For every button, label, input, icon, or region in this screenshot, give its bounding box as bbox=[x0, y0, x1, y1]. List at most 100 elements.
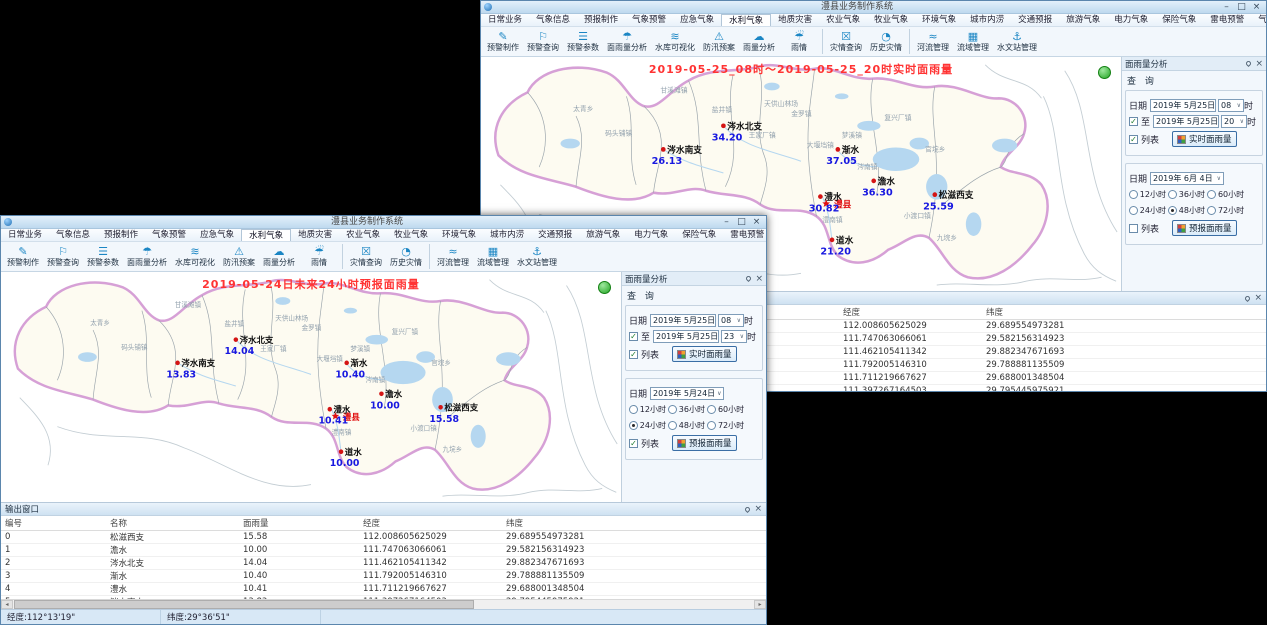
toolbar-button-10[interactable]: ≈河流管理 bbox=[913, 27, 953, 56]
menu-item-5[interactable]: 水利气象 bbox=[721, 14, 771, 26]
maximize-button[interactable]: □ bbox=[734, 217, 749, 228]
close-button[interactable]: × bbox=[749, 217, 764, 228]
scroll-thumb[interactable] bbox=[14, 600, 474, 609]
menu-item-11[interactable]: 交通预报 bbox=[1011, 14, 1059, 26]
maximize-button[interactable]: □ bbox=[1234, 2, 1249, 13]
table-row[interactable]: 4澧水10.41111.71121966762729.688001348504 bbox=[1, 583, 766, 596]
pin-icon[interactable] bbox=[1245, 60, 1252, 67]
toolbar-button-1[interactable]: ⚐预警查询 bbox=[43, 242, 83, 271]
table-row[interactable]: 3渐水10.40111.79200514631029.788881135509 bbox=[1, 570, 766, 583]
radio-option-24小时[interactable]: 24小时 bbox=[629, 420, 666, 431]
radio-option-12小时[interactable]: 12小时 bbox=[629, 404, 666, 415]
column-header-4[interactable]: 纬度 bbox=[502, 516, 766, 531]
toolbar-button-3[interactable]: ☂面雨量分析 bbox=[123, 242, 171, 271]
toolbar-button-12[interactable]: ⚓水文站管理 bbox=[993, 27, 1041, 56]
horizontal-scrollbar[interactable]: ◂ ▸ bbox=[1, 599, 766, 609]
menu-item-0[interactable]: 日常业务 bbox=[481, 14, 529, 26]
menu-item-10[interactable]: 城市内涝 bbox=[483, 229, 531, 241]
toolbar-button-2[interactable]: ☰预警参数 bbox=[83, 242, 123, 271]
radio-option-36小时[interactable]: 36小时 bbox=[668, 404, 705, 415]
from-date-select[interactable]: 2019年 5月25日∨ bbox=[650, 314, 716, 327]
forecast-list-checkbox[interactable] bbox=[1129, 224, 1138, 233]
minimize-button[interactable]: – bbox=[1219, 2, 1234, 13]
toolbar-button-12[interactable]: ⚓水文站管理 bbox=[513, 242, 561, 271]
menu-item-8[interactable]: 牧业气象 bbox=[387, 229, 435, 241]
column-header-3[interactable]: 经度 bbox=[359, 516, 502, 531]
menu-item-9[interactable]: 环境气象 bbox=[915, 14, 963, 26]
menu-item-9[interactable]: 环境气象 bbox=[435, 229, 483, 241]
toolbar-button-0[interactable]: ✎预警制作 bbox=[3, 242, 43, 271]
to-hour-select[interactable]: 23∨ bbox=[721, 330, 747, 343]
map-area[interactable]: 甘溪滩镇太青乡码头铺镇王家厂镇天供山林场金罗镇盐井镇复兴厂镇梦溪镇大堰垱镇涔南镇… bbox=[1, 272, 622, 502]
list-checkbox[interactable]: ✓ bbox=[629, 350, 638, 359]
menu-item-11[interactable]: 交通预报 bbox=[531, 229, 579, 241]
radio-option-72小时[interactable]: 72小时 bbox=[1207, 205, 1247, 216]
map-locate-button[interactable] bbox=[1098, 66, 1111, 79]
toolbar-button-4[interactable]: ≋水库可视化 bbox=[651, 27, 699, 56]
column-header-0[interactable]: 编号 bbox=[1, 516, 106, 531]
to-checkbox[interactable]: ✓ bbox=[629, 332, 638, 341]
list-checkbox[interactable]: ✓ bbox=[1129, 135, 1138, 144]
scroll-right-arrow[interactable]: ▸ bbox=[754, 600, 766, 609]
column-header-1[interactable]: 名称 bbox=[106, 516, 239, 531]
menu-item-4[interactable]: 应急气象 bbox=[673, 14, 721, 26]
toolbar-button-5[interactable]: ⚠防汛预案 bbox=[699, 27, 739, 56]
forecast-list-checkbox[interactable]: ✓ bbox=[629, 439, 638, 448]
to-checkbox[interactable]: ✓ bbox=[1129, 117, 1138, 126]
county-map-canvas[interactable]: 甘溪滩镇太青乡码头铺镇王家厂镇天供山林场金罗镇盐井镇复兴厂镇梦溪镇大堰垱镇涔南镇… bbox=[1, 272, 621, 502]
close-icon[interactable]: × bbox=[755, 274, 763, 284]
to-date-select[interactable]: 2019年 5月25日∨ bbox=[1153, 115, 1219, 128]
toolbar-button-11[interactable]: ▦流域管理 bbox=[473, 242, 513, 271]
menu-item-12[interactable]: 旅游气象 bbox=[1059, 14, 1107, 26]
toolbar-button-9[interactable]: ◔历史灾情 bbox=[866, 27, 906, 56]
radio-option-72小时[interactable]: 72小时 bbox=[707, 420, 747, 431]
toolbar-button-8[interactable]: ☒灾情查询 bbox=[346, 242, 386, 271]
menu-item-1[interactable]: 气象信息 bbox=[49, 229, 97, 241]
toolbar-button-7[interactable]: ☔雨情 bbox=[299, 242, 339, 271]
toolbar-button-1[interactable]: ⚐预警查询 bbox=[523, 27, 563, 56]
radio-option-36小时[interactable]: 36小时 bbox=[1168, 189, 1205, 200]
pin-icon[interactable] bbox=[1244, 294, 1251, 301]
toolbar-button-2[interactable]: ☰预警参数 bbox=[563, 27, 603, 56]
menu-item-13[interactable]: 电力气象 bbox=[1107, 14, 1155, 26]
toolbar-button-7[interactable]: ☔雨情 bbox=[779, 27, 819, 56]
map-locate-button[interactable] bbox=[598, 281, 611, 294]
menu-item-3[interactable]: 气象预警 bbox=[145, 229, 193, 241]
menu-item-2[interactable]: 预报制作 bbox=[577, 14, 625, 26]
toolbar-button-9[interactable]: ◔历史灾情 bbox=[386, 242, 426, 271]
menu-item-15[interactable]: 雷电预警 bbox=[1203, 14, 1251, 26]
menu-item-6[interactable]: 地质灾害 bbox=[291, 229, 339, 241]
toolbar-button-4[interactable]: ≋水库可视化 bbox=[171, 242, 219, 271]
to-date-select[interactable]: 2019年 5月25日∨ bbox=[653, 330, 719, 343]
radio-option-60小时[interactable]: 60小时 bbox=[707, 404, 747, 415]
menu-item-7[interactable]: 农业气象 bbox=[339, 229, 387, 241]
toolbar-button-6[interactable]: ☁雨量分析 bbox=[739, 27, 779, 56]
title-bar[interactable]: 澧县业务制作系统 – □ × bbox=[481, 1, 1266, 14]
menu-item-1[interactable]: 气象信息 bbox=[529, 14, 577, 26]
realtime-rainfall-button[interactable]: 实时面雨量 bbox=[672, 346, 737, 362]
table-row[interactable]: 1澹水10.00111.74706306606129.582156314923 bbox=[1, 544, 766, 557]
menu-item-13[interactable]: 电力气象 bbox=[627, 229, 675, 241]
column-header-4[interactable]: 纬度 bbox=[982, 305, 1266, 320]
radio-option-12小时[interactable]: 12小时 bbox=[1129, 189, 1166, 200]
toolbar-button-11[interactable]: ▦流域管理 bbox=[953, 27, 993, 56]
menu-item-8[interactable]: 牧业气象 bbox=[867, 14, 915, 26]
toolbar-button-0[interactable]: ✎预警制作 bbox=[483, 27, 523, 56]
scroll-left-arrow[interactable]: ◂ bbox=[1, 600, 13, 609]
menu-item-7[interactable]: 农业气象 bbox=[819, 14, 867, 26]
pin-icon[interactable] bbox=[745, 275, 752, 282]
menu-item-15[interactable]: 雷电预警 bbox=[723, 229, 766, 241]
title-bar[interactable]: 澧县业务制作系统 – □ × bbox=[1, 216, 766, 229]
forecast-rainfall-button[interactable]: 预报面雨量 bbox=[672, 435, 737, 451]
from-hour-select[interactable]: 08∨ bbox=[1218, 99, 1244, 112]
close-icon[interactable]: × bbox=[1254, 293, 1262, 303]
radio-option-48小时[interactable]: 48小时 bbox=[668, 420, 705, 431]
from-date-select[interactable]: 2019年 5月25日∨ bbox=[1150, 99, 1216, 112]
menu-item-14[interactable]: 保险气象 bbox=[675, 229, 723, 241]
radio-option-60小时[interactable]: 60小时 bbox=[1207, 189, 1247, 200]
realtime-rainfall-button[interactable]: 实时面雨量 bbox=[1172, 131, 1237, 147]
menu-item-5[interactable]: 水利气象 bbox=[241, 229, 291, 241]
close-icon[interactable]: × bbox=[754, 504, 762, 514]
from-hour-select[interactable]: 08∨ bbox=[718, 314, 744, 327]
column-header-2[interactable]: 面雨量 bbox=[239, 516, 359, 531]
